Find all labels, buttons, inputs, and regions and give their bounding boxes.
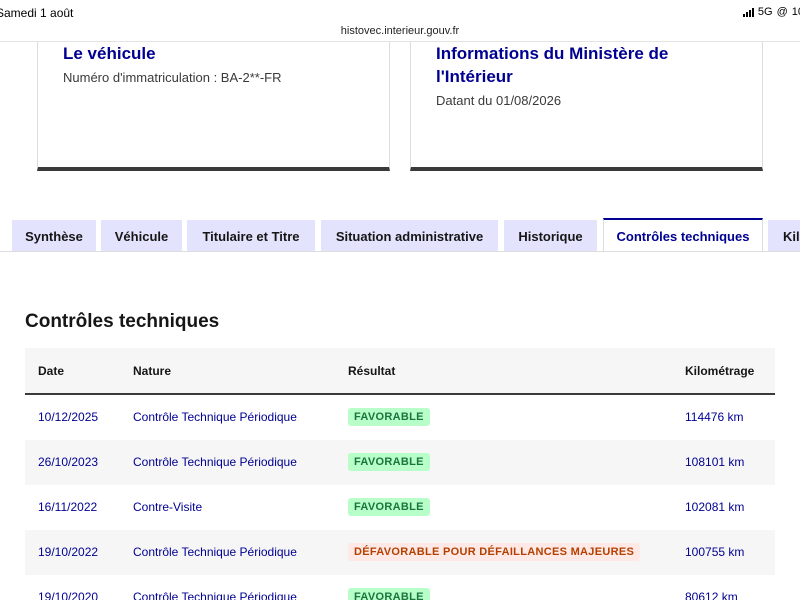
vehicle-card-title: Le véhicule [63, 44, 156, 63]
row-km: 108101 km [685, 455, 745, 469]
row-nature: Contre-Visite [133, 500, 203, 514]
result-badge: FAVORABLE [348, 498, 430, 516]
table-row: 10/12/2025 Contrôle Technique Périodique… [25, 395, 775, 440]
tab-vehicule[interactable]: Véhicule [101, 220, 182, 252]
row-km: 80612 km [685, 590, 738, 600]
table-row: 19/10/2022 Contrôle Technique Périodique… [25, 530, 775, 575]
row-nature: Contrôle Technique Périodique [133, 455, 297, 469]
header-result: Résultat [348, 364, 396, 378]
technical-inspections-table: Date Nature Résultat Kilométrage 10/12/2… [25, 348, 775, 600]
tab-controles-techniques[interactable]: Contrôles techniques [603, 218, 763, 252]
row-nature: Contrôle Technique Périodique [133, 545, 297, 559]
section-title: Contrôles techniques [25, 311, 220, 332]
row-nature: Contrôle Technique Périodique [133, 590, 297, 600]
network-type: 5G [757, 6, 773, 18]
orientation-lock-icon: @ [776, 6, 788, 18]
header-date: Date [38, 364, 65, 378]
row-date: 19/10/2020 [38, 590, 99, 600]
status-bar: Samedi 1 août 5G @ 10 [0, 0, 800, 24]
row-nature: Contrôle Technique Périodique [133, 410, 297, 424]
result-badge: DÉFAVORABLE POUR DÉFAILLANCES MAJEURES [348, 543, 641, 561]
row-km: 102081 km [685, 500, 745, 514]
row-date: 26/10/2023 [38, 455, 99, 469]
ministry-card-title: Informations du Ministère de l'Intérieur [436, 44, 669, 86]
row-km: 114476 km [685, 410, 744, 424]
header-km: Kilométrage [685, 364, 755, 378]
tab-historique[interactable]: Historique [504, 220, 597, 252]
vehicle-plate-number: Numéro d'immatriculation : BA-2**-FR [63, 70, 282, 85]
table-header: Date Nature Résultat Kilométrage [25, 348, 775, 395]
row-date: 16/11/2022 [38, 500, 98, 514]
tab-kilometrage[interactable]: Kil [768, 220, 800, 252]
row-date: 19/10/2022 [38, 545, 99, 559]
cellular-signal-icon [742, 7, 754, 17]
tab-titulaire-titre[interactable]: Titulaire et Titre [187, 220, 315, 252]
result-badge: FAVORABLE [348, 453, 430, 471]
row-date: 10/12/2025 [38, 410, 99, 424]
table-row: 26/10/2023 Contrôle Technique Périodique… [25, 440, 775, 485]
tab-situation-administrative[interactable]: Situation administrative [321, 220, 498, 252]
row-km: 100755 km [685, 545, 745, 559]
table-row: 19/10/2020 Contrôle Technique Périodique… [25, 575, 775, 600]
tab-list: Synthèse Véhicule Titulaire et Titre Sit… [0, 218, 800, 252]
ministry-card-date: Datant du 01/08/2026 [436, 93, 562, 108]
vehicle-card: Le véhicule Numéro d'immatriculation : B… [37, 42, 390, 171]
battery-percent: 10 [791, 6, 800, 18]
ministry-info-card: Informations du Ministère de l'Intérieur… [410, 42, 763, 171]
result-badge: FAVORABLE [348, 408, 430, 426]
status-date: Samedi 1 août [0, 6, 74, 20]
tab-panel-border [0, 251, 800, 252]
result-badge: FAVORABLE [348, 588, 430, 600]
header-nature: Nature [133, 364, 172, 378]
address-bar-url[interactable]: histovec.interieur.gouv.fr [0, 25, 800, 37]
status-indicators: 5G @ 10 [742, 6, 800, 18]
table-row: 16/11/2022 Contre-Visite FAVORABLE 10208… [25, 485, 775, 530]
tab-synthese[interactable]: Synthèse [12, 220, 96, 252]
